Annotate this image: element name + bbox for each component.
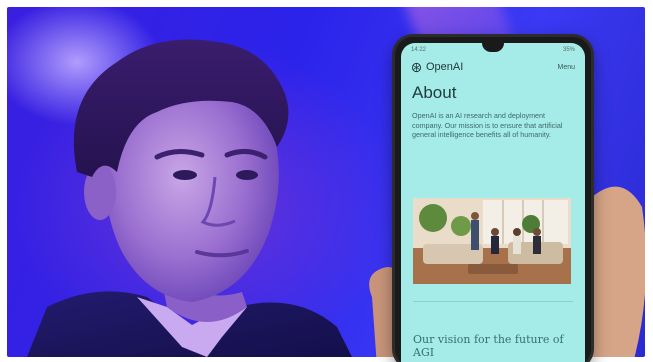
phone-screen: 14:22 35% OpenAI Menu About OpenAI is an… bbox=[401, 43, 585, 362]
page-title: About bbox=[412, 83, 457, 102]
status-time: 14:22 bbox=[411, 47, 427, 53]
brand-logo[interactable]: OpenAI bbox=[411, 61, 463, 73]
section-divider bbox=[413, 301, 573, 302]
person-portrait bbox=[27, 39, 352, 357]
about-paragraph: OpenAI is an AI research and deployment … bbox=[412, 111, 563, 139]
menu-button[interactable]: Menu bbox=[557, 64, 575, 71]
openai-logo-icon bbox=[411, 62, 422, 72]
vision-heading[interactable]: Our vision for the future of AGI bbox=[413, 333, 573, 359]
status-battery: 35% bbox=[562, 47, 575, 53]
brand-name: OpenAI bbox=[426, 61, 464, 73]
site-navbar: OpenAI Menu bbox=[401, 57, 585, 79]
smartphone: 14:22 35% OpenAI Menu About OpenAI is an… bbox=[395, 37, 591, 362]
office-photo bbox=[413, 198, 571, 284]
